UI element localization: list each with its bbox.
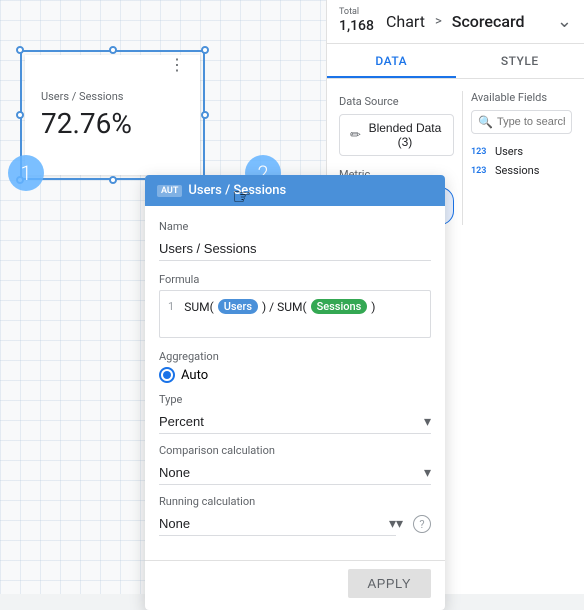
comparison-dropdown[interactable]: None xyxy=(159,461,431,485)
editor-header-label: Users / Sessions xyxy=(188,183,286,198)
metric-editor-panel: AUT Users / Sessions Name Formula 1 SUM(… xyxy=(145,175,445,610)
field-users[interactable]: 123 Users xyxy=(471,142,572,161)
running-dropdown-wrapper: None ▾ ? xyxy=(159,512,431,536)
type-field: Type Percent xyxy=(159,393,431,434)
help-icon[interactable]: ? xyxy=(413,515,431,533)
running-dropdown-arrow: ▾ xyxy=(396,516,403,532)
resize-handle-tl[interactable] xyxy=(16,46,24,54)
collapse-icon[interactable]: ⌄ xyxy=(557,11,572,32)
search-box[interactable]: 🔍 xyxy=(471,110,572,134)
total-label: Total xyxy=(339,8,374,17)
tab-style[interactable]: STYLE xyxy=(456,44,584,78)
data-source-label: Data Source xyxy=(339,95,454,108)
formula-sessions-chip[interactable]: Sessions xyxy=(311,299,368,314)
resize-handle-tr[interactable] xyxy=(201,46,209,54)
aggregation-auto-label: Auto xyxy=(181,368,208,383)
running-field: Running calculation None ▾ ? xyxy=(159,495,431,536)
running-label: Running calculation xyxy=(159,495,431,508)
data-source-button[interactable]: ✏ Blended Data (3) xyxy=(339,114,454,156)
formula-line-num: 1 xyxy=(168,300,174,313)
total-value: 1,168 xyxy=(339,17,374,35)
formula-field-label: Formula xyxy=(159,273,431,286)
right-col: Available Fields 🔍 123 Users 123 Session… xyxy=(462,91,572,225)
pencil-icon: ✏ xyxy=(350,127,361,143)
editor-header-type: AUT xyxy=(157,185,182,197)
scorecard-value: 72.76% xyxy=(41,107,184,140)
panel-tabs: DATA STYLE xyxy=(327,44,584,79)
search-icon: 🔍 xyxy=(478,115,493,129)
total-block: Total 1,168 xyxy=(339,8,374,35)
scorecard-label: Users / Sessions xyxy=(41,90,184,103)
formula-div: ) / SUM( xyxy=(262,300,307,314)
search-input[interactable] xyxy=(497,116,565,128)
panel-header: Total 1,168 Chart > Scorecard ⌄ xyxy=(327,0,584,44)
available-fields-label: Available Fields xyxy=(471,91,572,104)
metric-editor-body: Name Formula 1 SUM( Users ) / SUM( Sessi… xyxy=(145,206,445,560)
aggregation-label: Aggregation xyxy=(159,350,431,363)
formula-box[interactable]: 1 SUM( Users ) / SUM( Sessions ) xyxy=(159,290,431,338)
more-options-icon[interactable]: ⋮ xyxy=(169,55,185,74)
formula-prefix: SUM( xyxy=(184,300,214,314)
type-dropdown[interactable]: Percent xyxy=(159,410,431,434)
name-field-label: Name xyxy=(159,220,431,233)
metric-editor-header: AUT Users / Sessions xyxy=(145,175,445,206)
resize-handle-ml[interactable] xyxy=(16,111,24,119)
breadcrumb-separator: > xyxy=(435,14,442,29)
tab-data[interactable]: DATA xyxy=(327,44,456,78)
resize-handle-mr[interactable] xyxy=(201,111,209,119)
formula-close: ) xyxy=(371,300,375,314)
formula-users-chip[interactable]: Users xyxy=(218,299,258,314)
field-sessions-type: 123 xyxy=(471,166,491,176)
type-dropdown-wrapper: Percent xyxy=(159,410,431,434)
comparison-dropdown-wrapper: None xyxy=(159,461,431,485)
annotation-1: 1 xyxy=(8,155,44,191)
metric-editor-footer: APPLY xyxy=(145,560,445,610)
breadcrumb-chart[interactable]: Chart xyxy=(386,12,425,31)
aggregation-auto-radio[interactable]: Auto xyxy=(159,367,431,383)
comparison-field: Comparison calculation None xyxy=(159,444,431,485)
aggregation-section: Aggregation Auto xyxy=(159,350,431,383)
field-users-type: 123 xyxy=(471,147,491,157)
running-inner-wrapper: None xyxy=(159,512,396,536)
field-sessions-name: Sessions xyxy=(495,164,539,177)
radio-inner xyxy=(163,371,171,379)
comparison-label: Comparison calculation xyxy=(159,444,431,457)
data-source-value: Blended Data (3) xyxy=(367,121,443,149)
field-users-name: Users xyxy=(495,145,523,158)
running-dropdown[interactable]: None xyxy=(159,512,396,536)
field-sessions[interactable]: 123 Sessions xyxy=(471,161,572,180)
resize-handle-tm[interactable] xyxy=(109,46,117,54)
radio-circle xyxy=(159,367,175,383)
formula-line: 1 SUM( Users ) / SUM( Sessions ) xyxy=(168,299,422,314)
breadcrumb-current: Scorecard xyxy=(452,12,525,31)
resize-handle-bm[interactable] xyxy=(109,176,117,184)
name-field-input[interactable] xyxy=(159,237,431,261)
type-label: Type xyxy=(159,393,431,406)
